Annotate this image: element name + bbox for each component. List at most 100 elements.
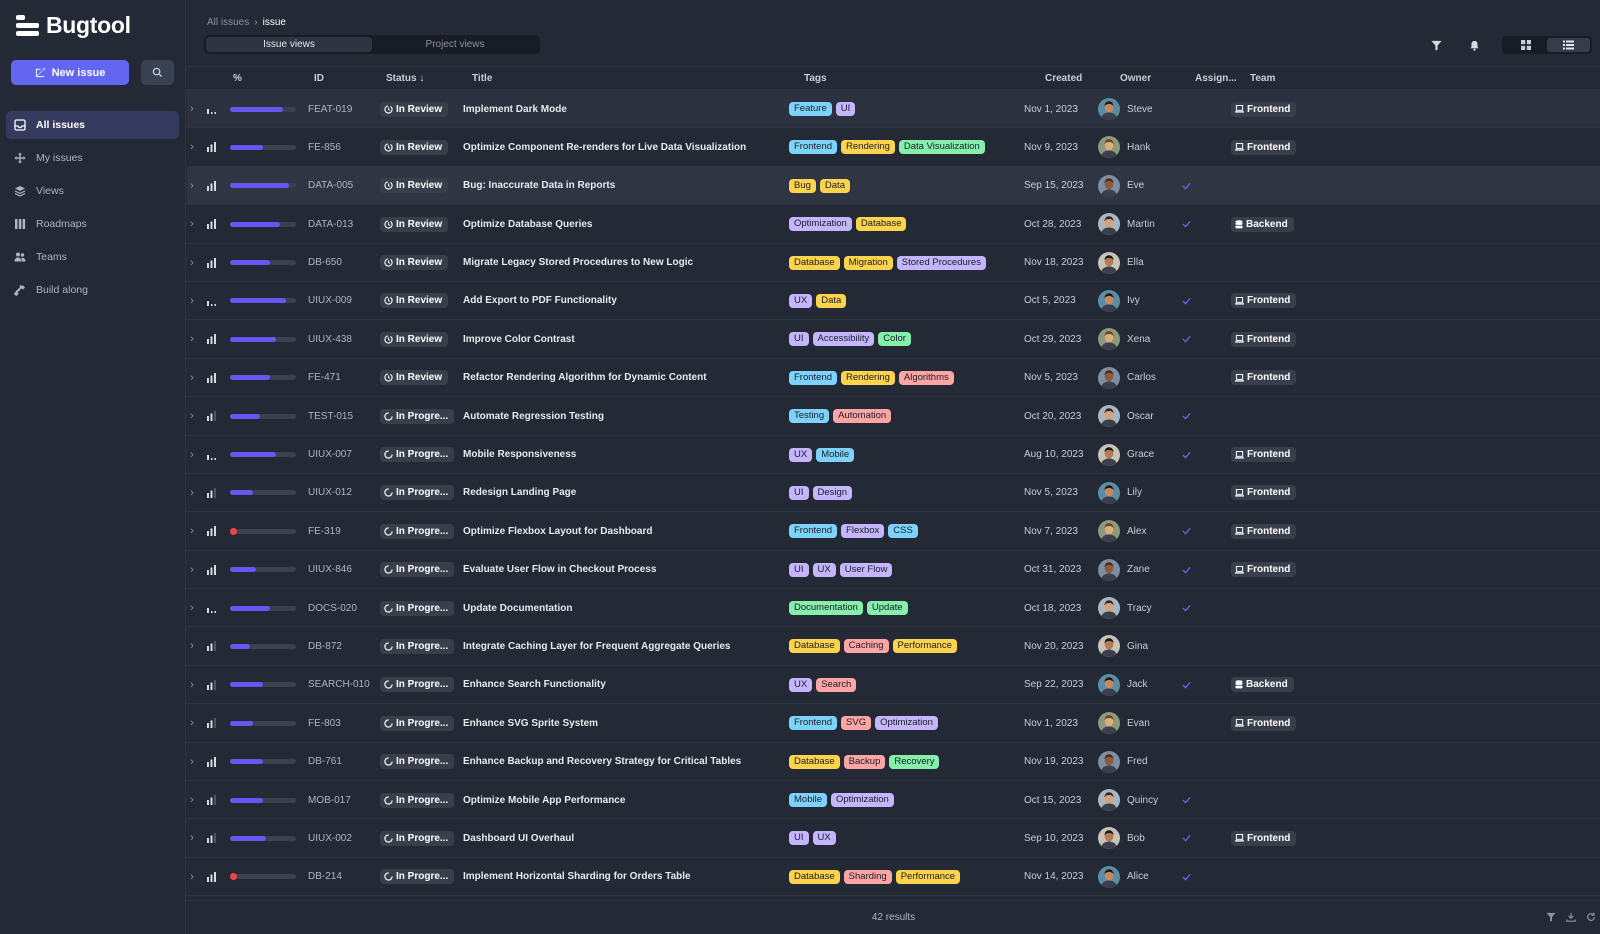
issue-title[interactable]: Add Export to PDF Functionality [463, 282, 617, 320]
issue-title[interactable]: Integrate Caching Layer for Frequent Agg… [463, 627, 730, 665]
issue-id[interactable]: UIUX-438 [308, 320, 352, 358]
column-header-assignee[interactable]: Assign... [1195, 73, 1237, 84]
priority-icon[interactable] [207, 205, 217, 243]
tag[interactable]: Optimization [831, 793, 894, 808]
expand-chevron-icon[interactable]: › [187, 128, 197, 166]
assignee-cell[interactable] [1171, 397, 1201, 435]
status-cell[interactable]: In Progre... [380, 743, 455, 781]
avatar[interactable] [1098, 136, 1120, 159]
assignee-cell[interactable] [1171, 704, 1201, 742]
avatar[interactable] [1098, 520, 1120, 543]
table-row[interactable]: › UIUX-009 In Review Add Export to PDF Func… [187, 282, 1600, 321]
avatar[interactable] [1098, 673, 1120, 696]
status-badge[interactable]: In Progre... [380, 485, 455, 501]
priority-icon[interactable] [207, 589, 217, 627]
assignee-cell[interactable] [1171, 627, 1201, 665]
tag[interactable]: Database [789, 754, 840, 769]
filter-button[interactable] [1426, 36, 1446, 54]
tag[interactable]: UI [789, 562, 809, 577]
tag[interactable]: Design [812, 485, 853, 500]
table-row[interactable]: › FE-471 In Review Refactor Rendering Algor… [187, 359, 1600, 398]
sidebar-item-roadmaps[interactable]: Roadmaps [6, 210, 179, 238]
expand-chevron-icon[interactable]: › [187, 205, 197, 243]
tag[interactable]: Automation [833, 409, 892, 424]
owner-cell[interactable]: Fred [1098, 743, 1148, 781]
avatar[interactable] [1098, 481, 1120, 504]
status-cell[interactable]: In Review [380, 244, 449, 282]
owner-cell[interactable]: Tracy [1098, 589, 1152, 627]
status-cell[interactable]: In Progre... [380, 436, 455, 474]
status-cell[interactable]: In Progre... [380, 589, 455, 627]
team-badge[interactable]: Frontend [1231, 830, 1297, 846]
tag[interactable]: Frontend [789, 140, 838, 155]
avatar[interactable] [1098, 789, 1120, 812]
priority-icon[interactable] [207, 858, 217, 896]
column-header-progress[interactable]: % [233, 73, 242, 84]
sidebar-item-build-along[interactable]: Build along [6, 276, 179, 304]
issue-id[interactable]: DB-214 [308, 858, 342, 896]
tag[interactable]: UI [789, 831, 809, 846]
issue-id[interactable]: DB-761 [308, 743, 342, 781]
team-badge[interactable]: Frontend [1231, 715, 1297, 731]
tag[interactable]: Performance [895, 869, 961, 884]
assignee-cell[interactable] [1171, 819, 1201, 857]
status-cell[interactable]: In Review [380, 205, 449, 243]
team-badge[interactable]: Frontend [1231, 370, 1297, 386]
team-badge[interactable]: Frontend [1231, 523, 1297, 539]
expand-chevron-icon[interactable]: › [187, 397, 197, 435]
issue-title[interactable]: Dashboard UI Overhaul [463, 819, 574, 857]
tag[interactable]: Update [866, 601, 908, 616]
tag[interactable]: UI [789, 332, 809, 347]
status-cell[interactable]: In Review [380, 359, 449, 397]
status-badge[interactable]: In Review [380, 293, 449, 309]
issue-id[interactable]: FEAT-019 [308, 90, 352, 128]
expand-chevron-icon[interactable]: › [187, 282, 197, 320]
issue-title[interactable]: Redesign Landing Page [463, 474, 576, 512]
table-row[interactable]: › FEAT-019 In Review Implement Dark Mode Fea… [187, 90, 1600, 129]
tag[interactable]: UI [835, 102, 856, 116]
tag[interactable]: Database [789, 255, 840, 270]
expand-chevron-icon[interactable]: › [187, 359, 197, 397]
priority-icon[interactable] [207, 474, 217, 512]
issue-title[interactable]: Implement Horizontal Sharding for Orders… [463, 858, 691, 896]
avatar[interactable] [1098, 289, 1120, 312]
status-badge[interactable]: In Progre... [380, 792, 455, 808]
assignee-cell[interactable] [1171, 205, 1201, 243]
tag[interactable]: Data [819, 178, 850, 193]
column-header-tags[interactable]: Tags [804, 73, 827, 84]
table-row[interactable]: › DATA-005 In Review Bug: Inaccurate Data i… [187, 166, 1600, 206]
expand-chevron-icon[interactable]: › [187, 320, 197, 358]
tag[interactable]: SVG [841, 716, 872, 731]
tag[interactable]: Bug [789, 178, 816, 193]
issue-title[interactable]: Enhance Backup and Recovery Strategy for… [463, 743, 741, 781]
issue-id[interactable]: FE-856 [308, 128, 341, 166]
status-badge[interactable]: In Review [380, 216, 449, 232]
status-cell[interactable]: In Review [380, 282, 449, 320]
tag[interactable]: UX [789, 293, 813, 308]
owner-cell[interactable]: Carlos [1098, 359, 1156, 397]
assignee-cell[interactable] [1171, 167, 1201, 205]
status-badge[interactable]: In Progre... [380, 447, 455, 463]
priority-icon[interactable] [207, 244, 217, 282]
table-row[interactable]: › FE-803 In Progre... Enhance SVG Sprite Sy… [187, 704, 1600, 743]
status-badge[interactable]: In Progre... [380, 830, 455, 846]
search-button[interactable] [141, 60, 174, 85]
expand-chevron-icon[interactable]: › [187, 666, 197, 704]
owner-cell[interactable]: Quincy [1098, 781, 1158, 819]
priority-icon[interactable] [207, 627, 217, 665]
assignee-cell[interactable] [1171, 359, 1201, 397]
expand-chevron-icon[interactable]: › [187, 474, 197, 512]
assignee-cell[interactable] [1171, 743, 1201, 781]
priority-icon[interactable] [207, 666, 217, 704]
expand-chevron-icon[interactable]: › [187, 167, 197, 205]
issue-id[interactable]: FE-803 [308, 704, 341, 742]
refresh-icon[interactable] [1586, 912, 1596, 922]
status-badge[interactable]: In Review [380, 255, 449, 271]
status-badge[interactable]: In Review [380, 370, 449, 386]
team-badge[interactable]: Backend [1231, 677, 1294, 693]
tag[interactable]: Stored Procedures [896, 255, 986, 270]
table-row[interactable]: › DB-761 In Progre... Enhance Backup and Re… [187, 743, 1600, 782]
sidebar-item-all-issues[interactable]: All issues [6, 111, 179, 139]
assignee-cell[interactable] [1171, 781, 1201, 819]
table-row[interactable]: › DB-650 In Review Migrate Legacy Stored Pr… [187, 244, 1600, 282]
